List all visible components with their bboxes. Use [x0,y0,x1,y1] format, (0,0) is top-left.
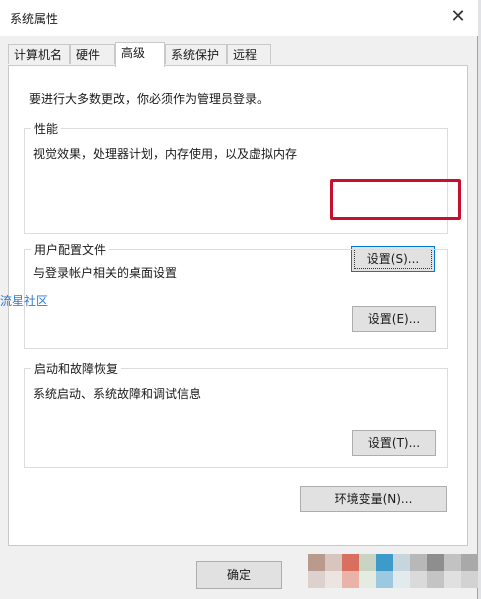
user-profiles-group: 用户配置文件 与登录帐户相关的桌面设置 设置(E)... [24,241,448,349]
admin-notice: 要进行大多数更改，你必须作为管理员登录。 [29,92,270,106]
user-profiles-group-title: 用户配置文件 [31,241,110,258]
advanced-tab-panel: 要进行大多数更改，你必须作为管理员登录。 性能 视觉效果，处理器计划，内存使用，… [8,65,468,546]
startup-recovery-group-title: 启动和故障恢复 [31,360,122,377]
performance-group-title: 性能 [31,120,62,137]
pixelated-region [286,548,481,599]
environment-variables-button[interactable]: 环境变量(N)... [300,486,447,512]
system-properties-dialog: 系统属性 ✕ 计算机名 硬件 高级 系统保护 远程 要进行大多数更改，你必须作为… [0,0,478,599]
startup-recovery-description: 系统启动、系统故障和调试信息 [33,387,202,401]
tab-hardware[interactable]: 硬件 [70,44,115,64]
tab-computer-name[interactable]: 计算机名 [8,44,70,64]
watermark-text: 流星社区 [0,294,49,308]
startup-recovery-settings-button[interactable]: 设置(T)... [352,430,436,456]
title-bar: 系统属性 ✕ [0,0,478,36]
tab-advanced[interactable]: 高级 [115,42,165,67]
close-icon[interactable]: ✕ [446,6,470,28]
performance-description: 视觉效果，处理器计划，内存使用，以及虚拟内存 [33,147,298,161]
user-profiles-description: 与登录帐户相关的桌面设置 [33,266,178,280]
tab-remote[interactable]: 远程 [227,44,271,64]
user-profiles-settings-button[interactable]: 设置(E)... [352,306,436,332]
highlight-annotation [330,179,461,220]
tab-system-protection[interactable]: 系统保护 [165,44,227,64]
window-title: 系统属性 [10,12,59,26]
startup-recovery-group: 启动和故障恢复 系统启动、系统故障和调试信息 设置(T)... [24,360,448,468]
ok-button[interactable]: 确定 [196,561,282,589]
